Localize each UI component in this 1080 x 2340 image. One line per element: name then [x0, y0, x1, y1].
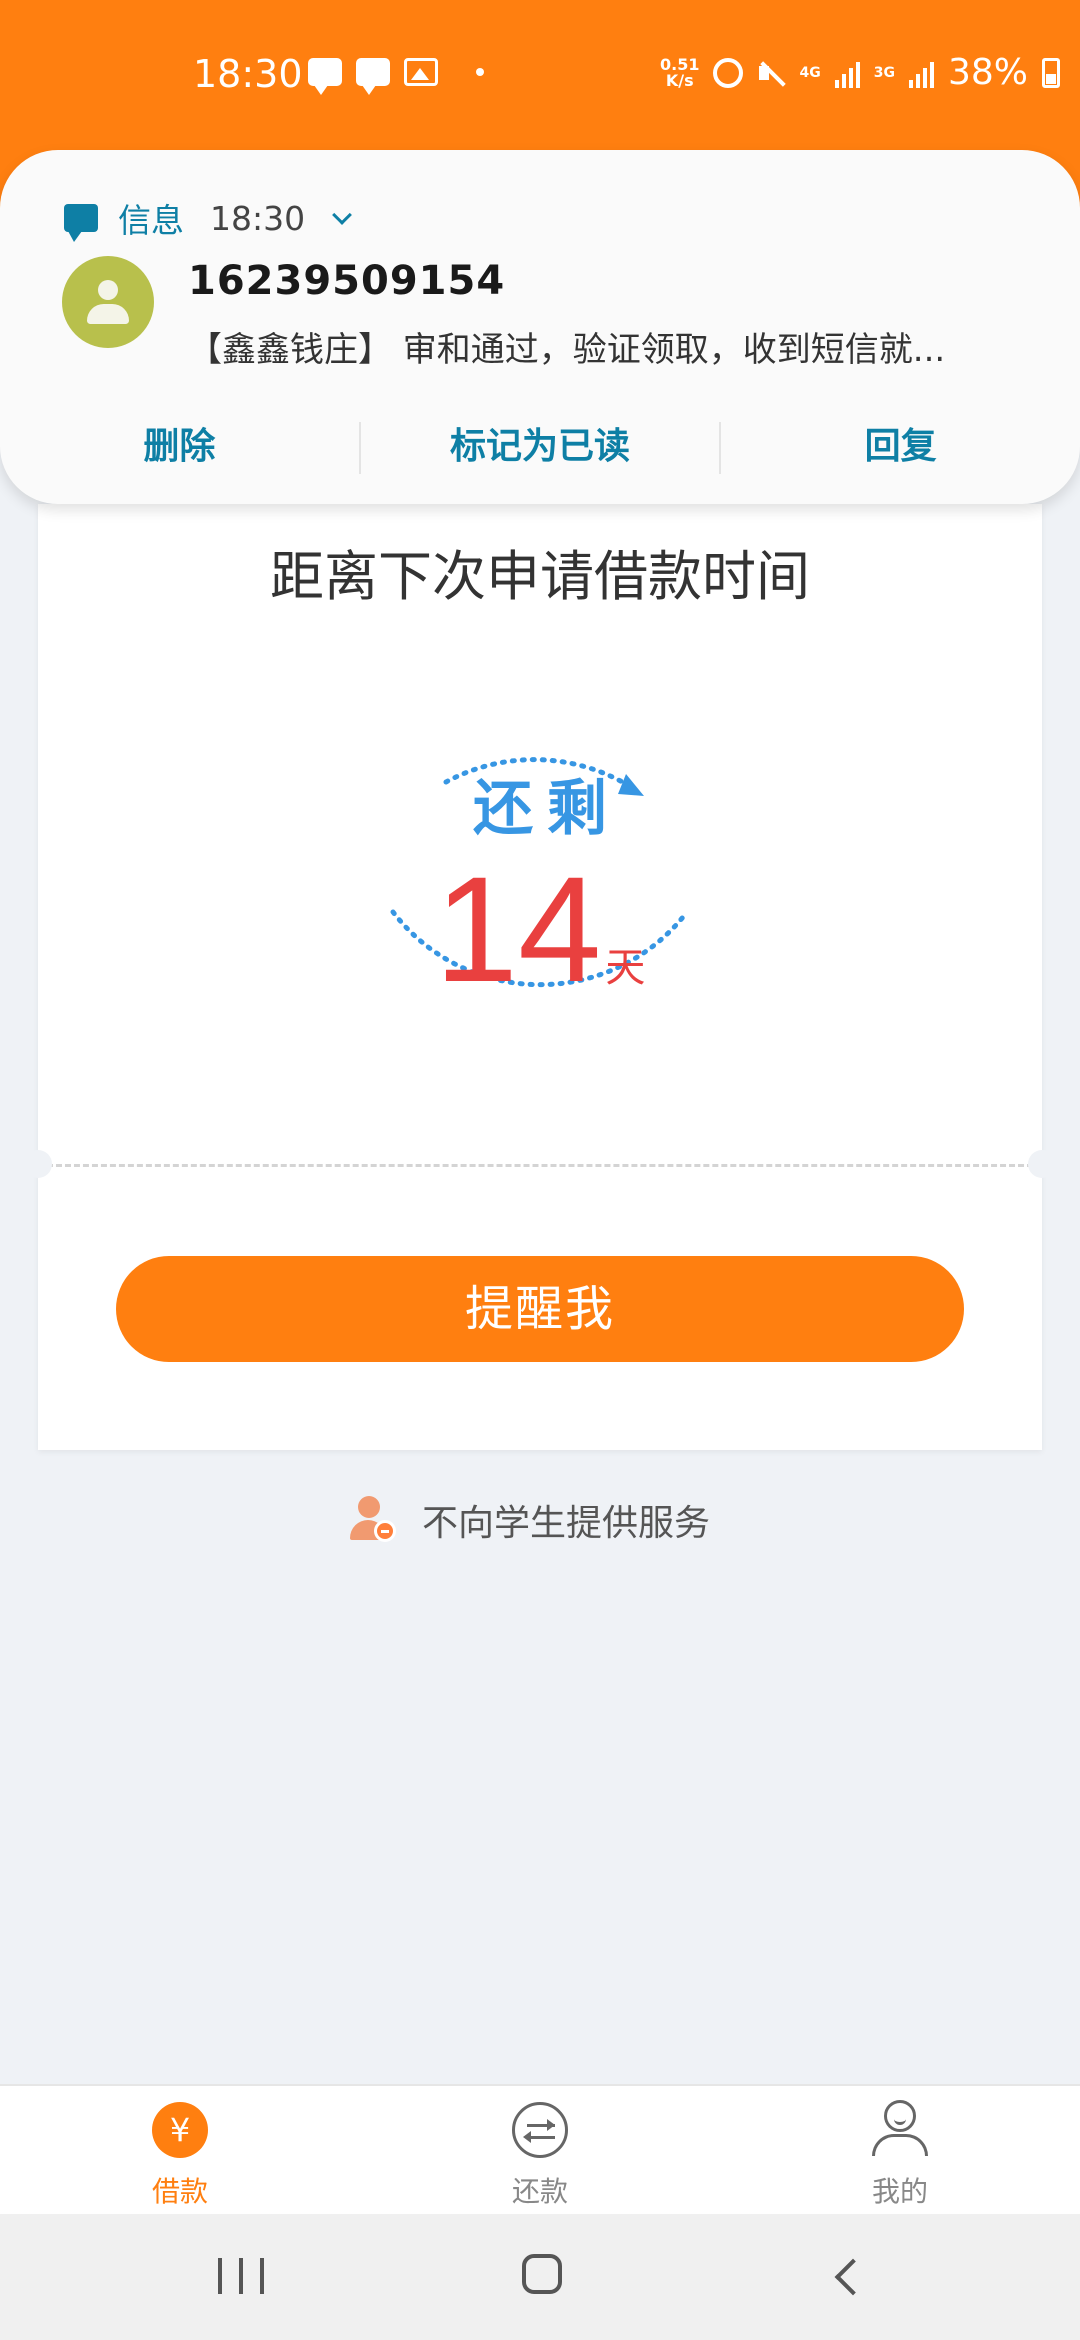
notification-time: 18:30: [210, 198, 306, 238]
no-student-notice: 不向学生提供服务: [350, 1494, 710, 1546]
sms-notification[interactable]: 信息 18:30 16239509154 【鑫鑫钱庄】 审和通过，验证领取，收到…: [0, 150, 1080, 504]
card-notch-left: [24, 1150, 52, 1178]
remind-me-button[interactable]: 提醒我: [116, 1256, 964, 1362]
notification-sender: 16239509154: [188, 258, 506, 304]
recent-apps-icon[interactable]: [218, 2258, 264, 2294]
tab-mine-icon-wrap: [870, 2100, 930, 2160]
days-remaining: 14 天: [350, 854, 730, 1004]
notification-preview: 【鑫鑫钱庄】 审和通过，验证领取，收到短信就...: [188, 330, 946, 370]
mute-icon: [757, 58, 785, 88]
tab-loan[interactable]: ¥ 借款: [0, 2086, 360, 2214]
back-icon[interactable]: [834, 2258, 872, 2296]
tab-loan-icon-wrap: ¥: [150, 2100, 210, 2160]
status-bar: 18:30 0.51 K/s 4G 3G 38%: [0, 44, 1080, 104]
delete-button[interactable]: 删除: [0, 412, 359, 482]
tab-repay[interactable]: 还款: [360, 2086, 720, 2214]
dashed-divider: [38, 1164, 1042, 1167]
countdown-card: 距离下次申请借款时间 还剩 14 天 提醒我: [24, 504, 1056, 1450]
yen-icon: ¥: [152, 2102, 208, 2158]
notification-actions: 删除 标记为已读 回复: [0, 412, 1080, 482]
card-notch-right: [1028, 1150, 1056, 1178]
system-nav-bar: [0, 2214, 1080, 2340]
reply-button[interactable]: 回复: [721, 412, 1080, 482]
tab-repay-icon-wrap: [510, 2100, 570, 2160]
battery-percent: 38%: [947, 52, 1028, 93]
notification-header: 信息 18:30: [64, 194, 353, 242]
no-student-text: 不向学生提供服务: [422, 1503, 711, 1544]
exchange-icon: [512, 2102, 568, 2158]
network-4g-label: 4G: [799, 64, 821, 81]
tab-repay-label: 还款: [511, 2175, 568, 2208]
days-unit: 天: [605, 945, 646, 991]
alarm-icon: [713, 57, 744, 88]
dot-icon: [476, 68, 484, 76]
network-3g-label: 3G: [873, 64, 895, 81]
status-time: 18:30: [193, 52, 303, 96]
chevron-down-icon[interactable]: [332, 205, 353, 225]
avatar: [62, 256, 154, 348]
days-number: 14: [434, 845, 602, 1013]
profile-icon: [870, 2100, 930, 2160]
status-notification-icons: [308, 58, 484, 95]
signal-icon: [908, 58, 934, 88]
bottom-tab-bar: ¥ 借款 还款 我的: [0, 2084, 1080, 2214]
remain-label: 还剩: [473, 774, 621, 844]
countdown-title: 距离下次申请借款时间: [270, 545, 810, 608]
tab-mine-label: 我的: [871, 2175, 928, 2208]
message-icon: [64, 204, 98, 242]
message-icon: [308, 58, 342, 95]
network-speed-unit: K/s: [665, 70, 694, 90]
tab-loan-label: 借款: [151, 2175, 208, 2208]
image-icon: [404, 58, 438, 86]
home-icon[interactable]: [522, 2254, 562, 2294]
battery-icon: [1041, 57, 1060, 88]
tab-mine[interactable]: 我的: [720, 2086, 1080, 2214]
status-system-icons: 0.51 K/s 4G 3G 38%: [660, 52, 1060, 93]
signal-icon: [834, 58, 860, 88]
network-speed: 0.51 K/s: [660, 56, 699, 90]
no-student-icon: [350, 1496, 398, 1544]
message-icon: [356, 58, 390, 95]
countdown-dial: 还剩 14 天: [350, 694, 730, 1094]
notification-app-name: 信息: [118, 201, 184, 240]
mark-read-button[interactable]: 标记为已读: [361, 412, 720, 482]
